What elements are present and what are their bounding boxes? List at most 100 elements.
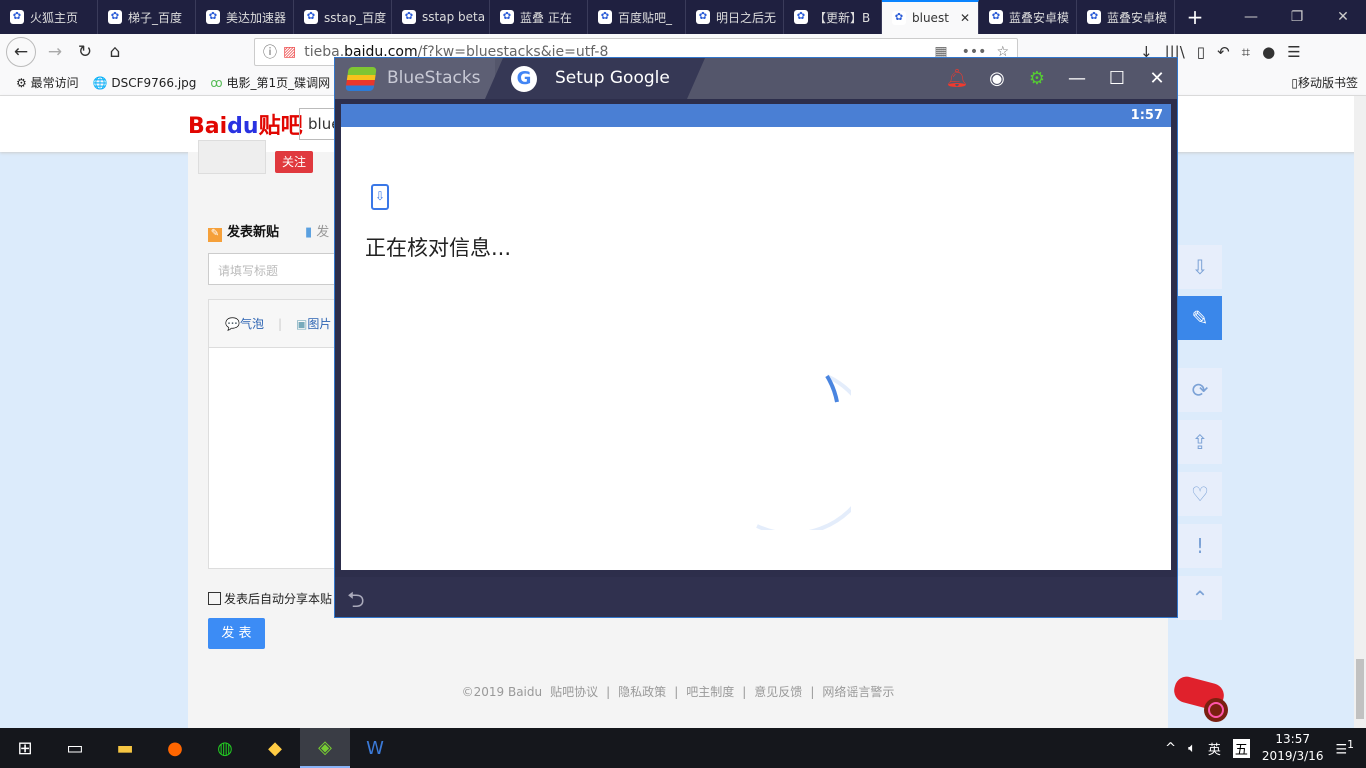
auto-share-checkbox[interactable]: 发表后自动分享本贴 <box>208 590 332 607</box>
follow-button[interactable]: 关注 <box>275 151 313 173</box>
footer-link: ©2019 Baidu <box>461 685 543 699</box>
clock-date: 2019/3/16 <box>1261 749 1324 763</box>
bluestacks-logo-icon <box>345 67 377 91</box>
browser-tab[interactable]: ✿ 蓝叠安卓模 <box>1077 0 1175 34</box>
cannon-widget-icon[interactable] <box>1172 672 1242 724</box>
firefox-taskbar-icon[interactable]: ● <box>150 728 200 768</box>
task-view-button[interactable]: ▭ <box>50 728 100 768</box>
ime-indicator[interactable]: 五 <box>1232 738 1250 758</box>
browser-tab[interactable]: ✿ 百度贴吧_ <box>588 0 686 34</box>
footer-separator: | <box>742 685 747 699</box>
chat-icon[interactable]: ● <box>1262 43 1275 61</box>
browser-tab[interactable]: ✿ 火狐主页 <box>0 0 98 34</box>
browser-tab[interactable]: ✿ 明日之后无 <box>686 0 784 34</box>
browser-tab[interactable]: ✿ 【更新】B <box>784 0 882 34</box>
vote-tab[interactable]: ▮ 发 <box>305 221 329 240</box>
browser-tab[interactable]: ✿ sstap_百度 <box>294 0 392 34</box>
share-icon[interactable]: ⇪ <box>1178 420 1222 464</box>
footer-link[interactable]: 贴吧协议 <box>550 685 598 699</box>
baidu-paw-icon: ✿ <box>500 10 514 24</box>
notification-bell-icon[interactable]: 🔔︎ <box>937 68 977 89</box>
footer-link[interactable]: 网络谣言警示 <box>822 685 894 699</box>
logo-suffix: 贴吧 <box>258 114 303 139</box>
minimize-button[interactable]: — <box>1228 0 1274 34</box>
close-icon[interactable]: ✕ <box>1137 68 1177 89</box>
screenshot-icon[interactable]: ⌗ <box>1242 43 1250 61</box>
footer-links: ©2019 Baidu 贴吧协议 | 隐私政策 | 吧主制度 | 意见反馈 | 网络谣言警示 <box>188 683 1168 700</box>
install-apk-icon[interactable]: ⇩ <box>1178 245 1222 289</box>
start-button[interactable]: ⊞ <box>0 728 50 768</box>
collapse-icon[interactable]: ⌃ <box>1178 576 1222 620</box>
bookmark-dscf[interactable]: 🌐 DSCF9766.jpg <box>93 76 197 90</box>
account-icon[interactable]: ◉ <box>977 68 1017 89</box>
setup-google-tab[interactable]: G Setup Google <box>485 58 705 99</box>
logo-text: Bai <box>188 114 228 139</box>
post-button[interactable]: 发 表 <box>208 618 265 649</box>
seven-logo-icon: ✿ <box>1087 10 1101 24</box>
baidu-paw-icon: ✿ <box>108 10 122 24</box>
android-screen: 1:57 ⇩ 正在核对信息... <box>341 104 1171 570</box>
footer-link[interactable]: 吧主制度 <box>686 685 734 699</box>
volume-icon[interactable]: 🔈︎ <box>1188 741 1196 756</box>
action-center-icon[interactable]: ☰1 <box>1335 738 1354 757</box>
close-tab-icon[interactable]: ✕ <box>960 11 970 25</box>
browser-tab[interactable]: ✿ sstap beta <box>392 0 490 34</box>
title-input[interactable]: 请填写标题 <box>208 253 348 285</box>
maximize-icon[interactable]: ☐ <box>1097 68 1137 89</box>
bluestacks-home-tab[interactable]: BlueStacks <box>335 58 495 99</box>
android-back-icon[interactable]: ⮌ <box>347 583 365 621</box>
browser-tab[interactable]: ✿ 梯子_百度 <box>98 0 196 34</box>
reload-button[interactable]: ↻ <box>70 42 100 62</box>
favorite-icon[interactable]: ♡ <box>1178 472 1222 516</box>
firefox-icon: ✿ <box>10 10 24 24</box>
wechat-icon[interactable]: ◍ <box>200 728 250 768</box>
clock[interactable]: 13:57 2019/3/16 <box>1262 731 1324 765</box>
baidu-paw-icon: ✿ <box>304 10 318 24</box>
menu-icon[interactable]: ☰ <box>1287 43 1300 61</box>
android-status-bar: 1:57 <box>341 104 1171 127</box>
new-tab-button[interactable]: + <box>1175 0 1215 34</box>
tab-label: 美达加速器 <box>226 10 287 25</box>
word-icon[interactable]: W <box>350 728 400 768</box>
show-hidden-icons[interactable]: ^ <box>1165 741 1176 756</box>
back-button[interactable]: ← <box>6 37 36 67</box>
app-name: BlueStacks <box>387 68 481 88</box>
page-scrollbar[interactable] <box>1354 96 1366 728</box>
baidu-paw-icon: ✿ <box>696 10 710 24</box>
bluestacks-title-bar: BlueStacks G Setup Google 🔔︎ ◉ ⚙ — ☐ ✕ <box>335 58 1177 99</box>
bubble-button[interactable]: 💬气泡 <box>225 315 264 332</box>
tieba-logo[interactable]: Baidu贴吧 <box>188 108 303 140</box>
bookmark-most-visited[interactable]: ⚙ 最常访问 <box>16 74 79 91</box>
close-window-button[interactable]: ✕ <box>1320 0 1366 34</box>
undo-icon[interactable]: ↶ <box>1217 43 1230 61</box>
file-explorer-icon[interactable]: ▬ <box>100 728 150 768</box>
footer-link[interactable]: 隐私政策 <box>618 685 666 699</box>
bluestacks-sidebar: ⇩ ✎ ⟳ ⇪ ♡ ! ⌃ <box>1178 240 1222 620</box>
browser-tab[interactable]: ✿ bluest ✕ <box>882 0 979 34</box>
browser-tab[interactable]: ✿ 蓝叠 正在 <box>490 0 588 34</box>
restore-button[interactable]: ❐ <box>1274 0 1320 34</box>
image-icon: ▣ <box>296 317 308 331</box>
browser-tab[interactable]: ✿ 美达加速器 <box>196 0 294 34</box>
rotate-icon[interactable]: ⟳ <box>1178 368 1222 412</box>
permission-icon[interactable]: ▨ <box>283 44 296 60</box>
info-icon[interactable]: ⓘ <box>263 42 277 62</box>
logo-paw: du <box>227 114 259 139</box>
bluestacks-taskbar-icon[interactable]: ◈ <box>300 728 350 768</box>
feedback-icon[interactable]: ! <box>1178 524 1222 568</box>
image-button[interactable]: ▣图片 <box>296 315 331 332</box>
edit-icon[interactable]: ✎ <box>1178 296 1222 340</box>
post-editor[interactable]: 💬气泡 | ▣图片 <box>208 299 348 569</box>
browser-tab[interactable]: ✿ 蓝叠安卓模 <box>979 0 1077 34</box>
update-gear-icon[interactable]: ⚙ <box>1017 68 1057 89</box>
home-button[interactable]: ⌂ <box>100 42 130 62</box>
minimize-icon[interactable]: — <box>1057 68 1097 89</box>
sidebar-icon[interactable]: ▯ <box>1197 43 1205 61</box>
footer-link[interactable]: 意见反馈 <box>754 685 802 699</box>
forward-button[interactable]: → <box>40 42 70 62</box>
mobile-bookmarks[interactable]: ▯移动版书签 <box>1291 74 1358 91</box>
language-indicator[interactable]: 英 <box>1208 739 1221 758</box>
app-store-icon[interactable]: ◆ <box>250 728 300 768</box>
windows-taskbar: ⊞ ▭ ▬ ● ◍ ◆ ◈ W ^ 🔈︎ 英 五 13:57 2019/3/16 … <box>0 728 1366 768</box>
bookmark-movie[interactable]: ꝏ 电影_第1页_碟调网 <box>210 74 330 91</box>
